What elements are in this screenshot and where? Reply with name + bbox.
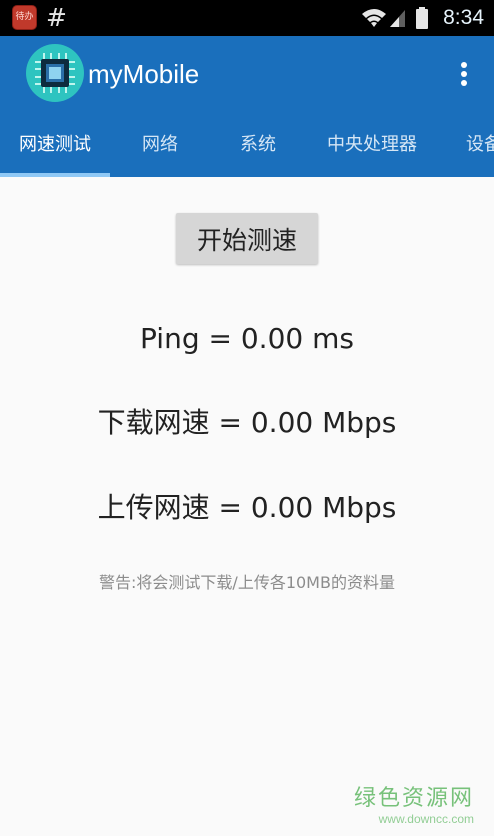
active-tab-indicator	[0, 173, 110, 177]
wifi-icon	[362, 9, 386, 27]
app-bar: myMobile	[0, 36, 494, 112]
watermark: 绿色资源网 www.downcc.com	[354, 786, 474, 826]
tab-speed-test[interactable]: 网速测试	[0, 112, 110, 177]
upload-speed-result: 上传网速 = 0.00 Mbps	[97, 491, 397, 524]
watermark-url: www.downcc.com	[378, 812, 474, 826]
start-speed-test-button[interactable]: 开始测速	[176, 213, 318, 264]
status-bar: 待办 # 8:34	[0, 0, 494, 36]
data-usage-warning: 警告:将会测试下载/上传各10MB的资料量	[99, 573, 395, 592]
tab-cpu[interactable]: 中央处理器	[312, 112, 432, 177]
status-icons	[360, 6, 440, 30]
watermark-title: 绿色资源网	[353, 786, 474, 811]
ping-result: Ping = 0.00 ms	[140, 322, 354, 355]
chip-icon	[26, 44, 84, 102]
tab-system[interactable]: 系统	[208, 112, 308, 177]
signal-icon	[390, 10, 405, 27]
tab-bar: 网速测试 网络 系统 中央处理器 设备	[0, 112, 494, 177]
clock: 8:34	[443, 6, 484, 29]
overflow-menu-icon[interactable]	[450, 56, 478, 92]
download-speed-result: 下载网速 = 0.00 Mbps	[97, 406, 397, 439]
hash-notification-icon: #	[46, 3, 67, 32]
tab-device[interactable]: 设备	[466, 112, 494, 177]
tab-network[interactable]: 网络	[110, 112, 210, 177]
battery-icon	[416, 7, 428, 29]
app-title: myMobile	[88, 59, 200, 89]
notification-app-icon: 待办	[12, 5, 37, 30]
